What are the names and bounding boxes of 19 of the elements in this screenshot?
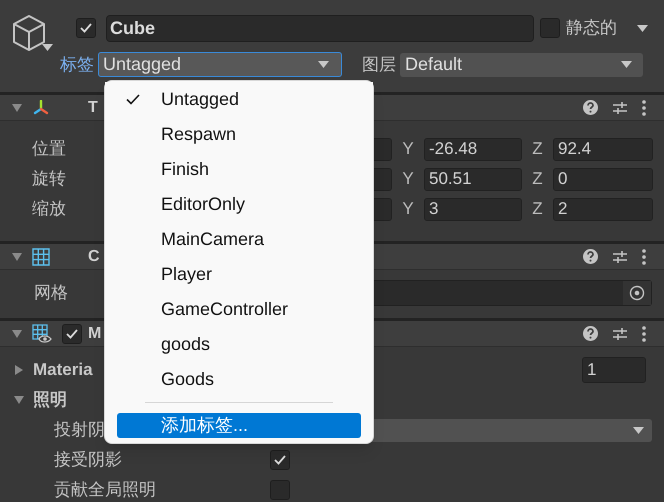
axis-label: Y [401,168,415,190]
property-label: 位置 [32,138,67,160]
static-label: 静态的 [566,17,617,40]
axis-label: Z [531,198,544,220]
property-label: 投射阴 [54,419,105,442]
axis-label: Y [401,138,415,160]
property-label: 贡献全局照明 [54,480,156,499]
property-label: 缩放 [32,198,67,220]
layer-label: 图层 [362,54,396,76]
component-title: M [88,324,102,344]
property-label: 旋转 [32,168,67,190]
axis-label: Z [531,168,544,190]
tag-label: 标签 [60,54,94,76]
property-label: 网格 [34,282,69,304]
axis-label: Z [531,138,544,160]
component-title: T [88,98,98,118]
property-label: 接受阴影 [54,450,122,469]
axis-label: Y [401,198,415,220]
component-title: C [88,246,100,266]
